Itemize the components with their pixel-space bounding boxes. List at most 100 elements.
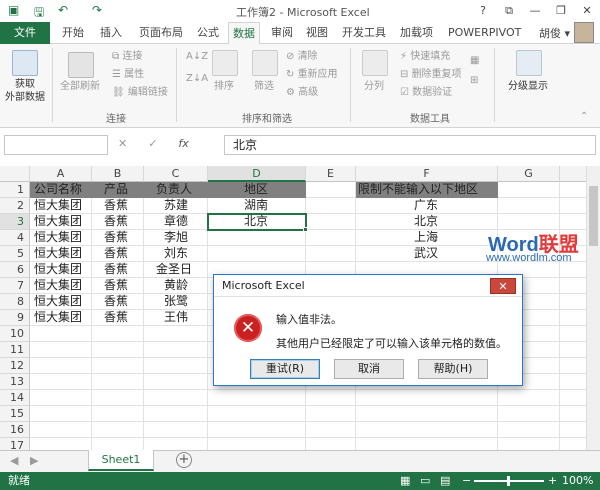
- cell-c7[interactable]: 黄龄: [164, 278, 188, 294]
- vertical-scrollbar[interactable]: [586, 166, 600, 450]
- cell-c4[interactable]: 李旭: [164, 230, 188, 246]
- cell-c5[interactable]: 刘东: [164, 246, 188, 262]
- zoom-out-icon[interactable]: −: [462, 472, 471, 490]
- cell-b1[interactable]: 产品: [104, 182, 128, 198]
- remove-duplicates-button[interactable]: ⊟ 删除重复项: [400, 68, 462, 81]
- cell-f2[interactable]: 广东: [414, 198, 438, 214]
- tab-file[interactable]: 文件: [0, 22, 50, 44]
- tab-home[interactable]: 开始: [62, 22, 84, 44]
- add-sheet-button[interactable]: +: [176, 452, 192, 468]
- cell-f4[interactable]: 上海: [414, 230, 438, 246]
- properties-button[interactable]: ☰ 属性: [112, 68, 144, 81]
- sort-desc-icon[interactable]: Z↓A: [186, 72, 208, 85]
- cell-f1[interactable]: 限制不能输入以下地区: [358, 182, 478, 198]
- cell-f5[interactable]: 武汉: [414, 246, 438, 262]
- zoom-in-icon[interactable]: +: [548, 472, 557, 490]
- column-header-g[interactable]: G: [498, 166, 560, 182]
- row-header-2[interactable]: 2: [0, 198, 30, 214]
- flash-fill-button[interactable]: ⚡ 快速填充: [400, 50, 450, 63]
- cell-b5[interactable]: 香蕉: [104, 246, 128, 262]
- row-header-13[interactable]: 13: [0, 374, 30, 390]
- fill-handle[interactable]: [303, 227, 308, 232]
- cell-c8[interactable]: 张鹭: [164, 294, 188, 310]
- row-header-14[interactable]: 14: [0, 390, 30, 406]
- row-header-5[interactable]: 5: [0, 246, 30, 262]
- cell-c2[interactable]: 苏建: [164, 198, 188, 214]
- cell-a3[interactable]: 恒大集团: [34, 214, 82, 230]
- redo-icon[interactable]: ↷: [92, 3, 102, 17]
- cell-f3[interactable]: 北京: [414, 214, 438, 230]
- page-layout-view-icon[interactable]: ▭: [420, 472, 430, 490]
- dialog-close-button[interactable]: ✕: [490, 278, 516, 294]
- formula-input[interactable]: 北京: [224, 135, 596, 155]
- sort-button[interactable]: 排序: [214, 80, 234, 93]
- row-header-12[interactable]: 12: [0, 358, 30, 374]
- scroll-thumb[interactable]: [589, 186, 598, 246]
- cell-c3[interactable]: 章德: [164, 214, 188, 230]
- cancel-button[interactable]: 取消: [334, 359, 404, 379]
- page-break-view-icon[interactable]: ▤: [440, 472, 450, 490]
- dialog-title-bar[interactable]: Microsoft Excel ✕: [214, 275, 522, 297]
- help-button-dialog[interactable]: 帮助(H): [418, 359, 488, 379]
- zoom-slider-thumb[interactable]: [507, 476, 510, 486]
- advanced-button[interactable]: ⚙ 高级: [286, 86, 318, 99]
- tab-data[interactable]: 数据: [228, 22, 260, 45]
- sort-asc-icon[interactable]: A↓Z: [186, 50, 208, 63]
- select-all-corner[interactable]: [0, 166, 30, 182]
- collapse-ribbon-icon[interactable]: ⌃: [580, 110, 588, 123]
- row-header-7[interactable]: 7: [0, 278, 30, 294]
- next-sheet-icon[interactable]: ▶: [30, 454, 38, 467]
- row-header-11[interactable]: 11: [0, 342, 30, 358]
- tab-view[interactable]: 视图: [306, 22, 328, 44]
- consolidate-icon[interactable]: ▦: [470, 54, 479, 67]
- cell-a9[interactable]: 恒大集团: [34, 310, 82, 326]
- retry-button[interactable]: 重试(R): [250, 359, 320, 379]
- tab-page-layout[interactable]: 页面布局: [139, 22, 183, 44]
- cancel-entry-icon[interactable]: ✕: [118, 137, 127, 150]
- save-icon[interactable]: 🖫: [34, 3, 44, 24]
- cell-b9[interactable]: 香蕉: [104, 310, 128, 326]
- insert-function-icon[interactable]: fx: [178, 137, 188, 150]
- cell-d1[interactable]: 地区: [244, 182, 268, 198]
- cell-b6[interactable]: 香蕉: [104, 262, 128, 278]
- row-header-15[interactable]: 15: [0, 406, 30, 422]
- outline-button[interactable]: 分级显示: [508, 80, 548, 93]
- ribbon-options-button[interactable]: ⧉: [496, 0, 522, 22]
- column-header-a[interactable]: A: [30, 166, 92, 182]
- cell-a2[interactable]: 恒大集团: [34, 198, 82, 214]
- row-header-4[interactable]: 4: [0, 230, 30, 246]
- tab-developer[interactable]: 开发工具: [342, 22, 386, 44]
- column-header-f[interactable]: F: [356, 166, 498, 182]
- row-header-10[interactable]: 10: [0, 326, 30, 342]
- avatar[interactable]: [574, 22, 594, 43]
- clear-button[interactable]: ⊘ 清除: [286, 50, 318, 63]
- column-header-c[interactable]: C: [144, 166, 208, 182]
- cell-c6[interactable]: 金圣日: [156, 262, 192, 278]
- filter-button[interactable]: 筛选: [254, 80, 274, 93]
- prev-sheet-icon[interactable]: ◀: [10, 454, 18, 467]
- row-header-8[interactable]: 8: [0, 294, 30, 310]
- column-header-d[interactable]: D: [208, 166, 306, 182]
- tab-insert[interactable]: 插入: [100, 22, 122, 44]
- data-validation-button[interactable]: ☑ 数据验证: [400, 86, 452, 99]
- cell-a7[interactable]: 恒大集团: [34, 278, 82, 294]
- cell-c9[interactable]: 王伟: [164, 310, 188, 326]
- sheet-tab-sheet1[interactable]: Sheet1: [88, 450, 154, 471]
- column-header-b[interactable]: B: [92, 166, 144, 182]
- get-external-data-button[interactable]: 获取 外部数据: [2, 78, 48, 104]
- column-header-e[interactable]: E: [306, 166, 356, 182]
- name-box[interactable]: [4, 135, 108, 155]
- restore-button[interactable]: ❐: [548, 0, 574, 22]
- zoom-level[interactable]: 100%: [562, 472, 593, 490]
- row-header-16[interactable]: 16: [0, 422, 30, 438]
- row-header-6[interactable]: 6: [0, 262, 30, 278]
- help-button[interactable]: ?: [470, 0, 496, 22]
- tab-formulas[interactable]: 公式: [197, 22, 219, 44]
- cell-c1[interactable]: 负责人: [156, 182, 192, 198]
- cell-b3[interactable]: 香蕉: [104, 214, 128, 230]
- confirm-entry-icon[interactable]: ✓: [148, 137, 157, 150]
- cell-a8[interactable]: 恒大集团: [34, 294, 82, 310]
- minimize-button[interactable]: —: [522, 0, 548, 22]
- row-header-3[interactable]: 3: [0, 214, 30, 230]
- reapply-button[interactable]: ↻ 重新应用: [286, 68, 338, 81]
